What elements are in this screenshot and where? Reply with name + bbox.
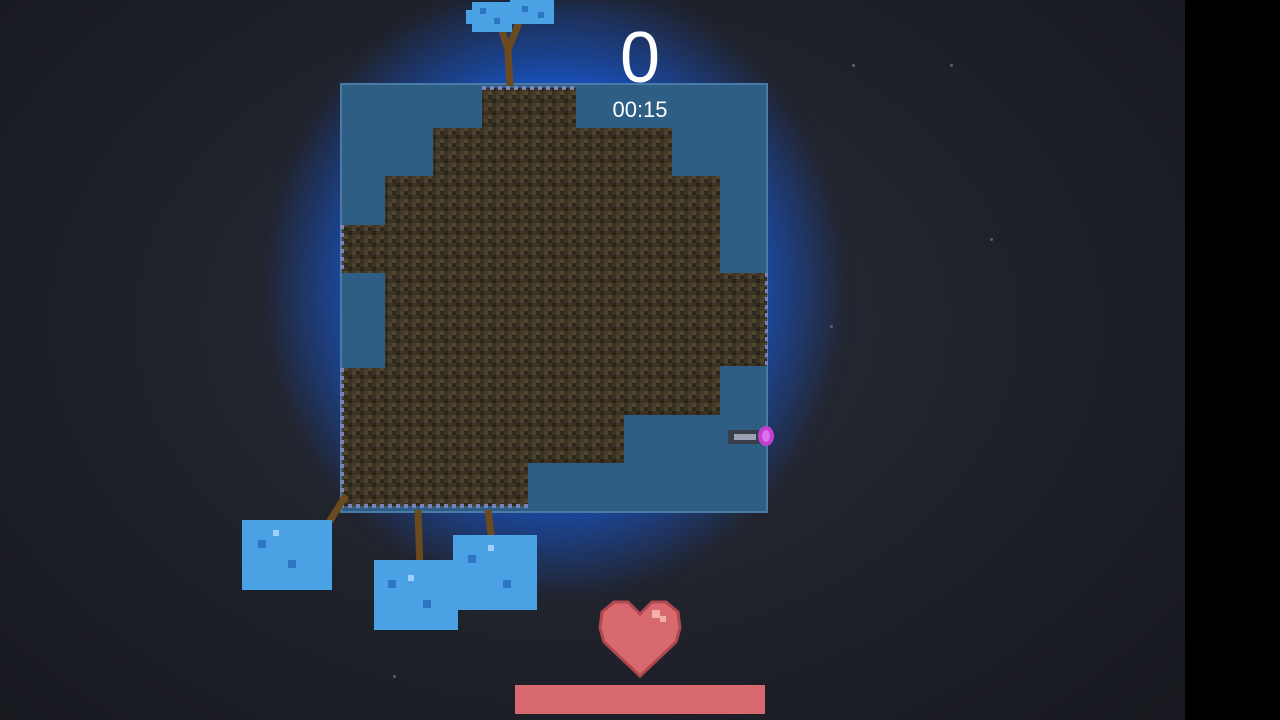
dirt-terrain (340, 86, 768, 508)
dirt-mass (342, 88, 767, 506)
star (990, 238, 993, 241)
tree-top (466, 0, 554, 86)
tree-roots (242, 493, 537, 630)
player-icon[interactable] (722, 420, 778, 452)
letterbox-bar (1185, 0, 1280, 720)
star (393, 675, 396, 678)
health-bar-fill (515, 685, 765, 714)
timer-readout: 00:15 (612, 97, 668, 122)
health-bar (515, 685, 765, 714)
score-counter: 0 (619, 18, 661, 98)
star (950, 64, 953, 67)
heart-icon (598, 600, 682, 678)
